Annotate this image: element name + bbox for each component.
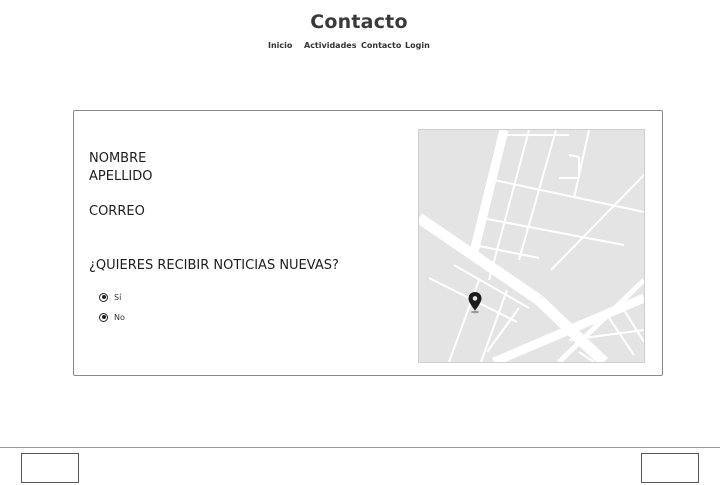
option-label-no: No <box>114 312 125 322</box>
footer-right-button[interactable] <box>641 453 699 483</box>
footer-left-button[interactable] <box>21 453 79 483</box>
email-field-label[interactable]: CORREO <box>89 204 145 219</box>
radio-selected-dot <box>101 315 106 319</box>
nav-link-actividades[interactable]: Actividades <box>304 41 357 50</box>
newsletter-option-yes[interactable]: Sí <box>99 291 121 303</box>
map-pin-icon[interactable] <box>468 292 482 314</box>
page-title: Contacto <box>310 11 408 33</box>
nav-link-contacto[interactable]: Contacto <box>361 41 401 50</box>
name-field-label[interactable]: NOMBRE <box>89 151 146 166</box>
radio-button[interactable] <box>99 312 108 322</box>
contact-form-panel: NOMBRE APELLIDO CORREO ¿QUIERES RECIBIR … <box>73 110 663 376</box>
radio-selected-dot <box>101 295 106 299</box>
nav-link-login[interactable]: Login <box>405 41 430 50</box>
newsletter-question: ¿QUIERES RECIBIR NOTICIAS NUEVAS? <box>89 258 339 273</box>
map-streets <box>419 130 644 362</box>
surname-field-label[interactable]: APELLIDO <box>89 169 153 184</box>
radio-button[interactable] <box>99 292 108 302</box>
option-label-yes: Sí <box>114 292 122 302</box>
nav-link-inicio[interactable]: Inicio <box>268 41 292 50</box>
newsletter-option-no[interactable]: No <box>99 311 125 323</box>
footer-divider <box>0 447 720 448</box>
location-map[interactable] <box>418 129 645 363</box>
